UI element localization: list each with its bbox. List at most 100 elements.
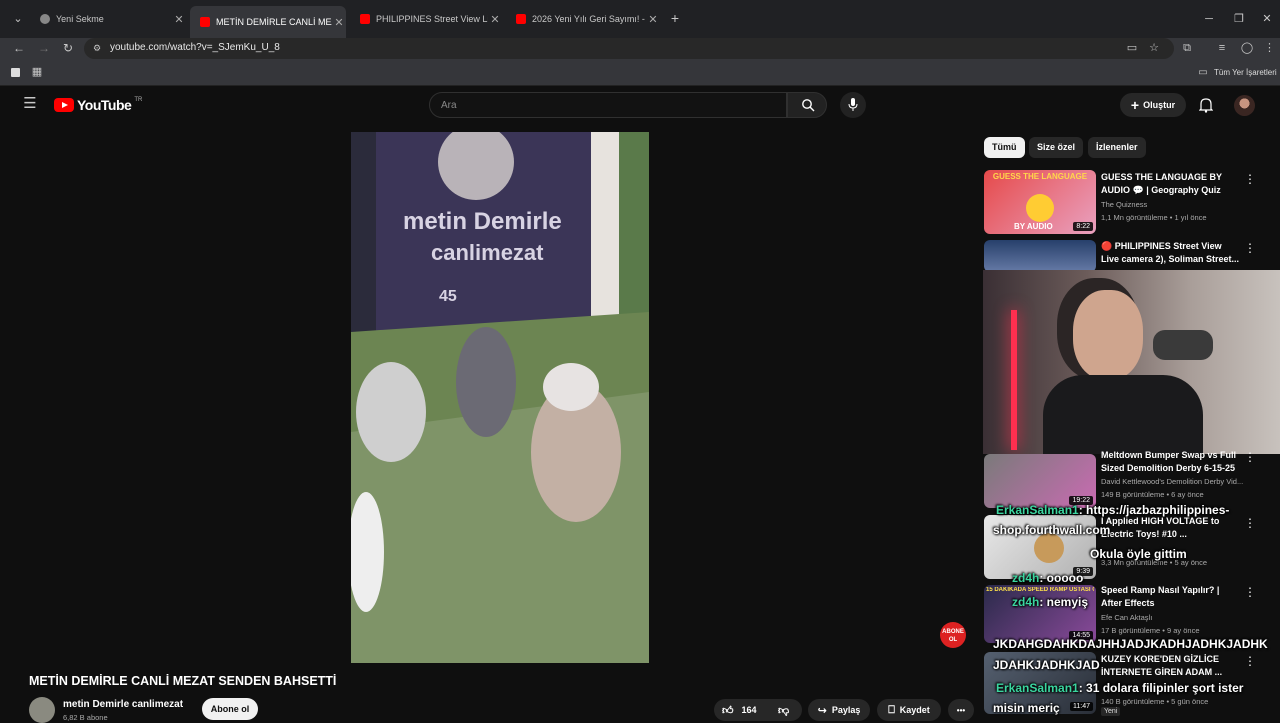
profile-icon[interactable]: ◯ xyxy=(1240,41,1254,55)
chat-line: ErkanSalman1: 31 dolara filipinler şort … xyxy=(996,681,1243,695)
rec-stats: 1,1 Mn görüntüleme • 1 yıl önce xyxy=(1101,213,1207,222)
tab-youtube-mezat[interactable]: METİN DEMİRLE CANLİ MEZAT ✕ xyxy=(190,6,346,38)
cast-icon[interactable]: ▭ xyxy=(1125,41,1139,55)
url-text: youtube.com/watch?v=_SJemKu_U_8 xyxy=(110,42,280,53)
media-icon[interactable]: ≡ xyxy=(1215,41,1229,55)
rec-menu-icon[interactable]: ⋮ xyxy=(1244,516,1256,530)
rec-menu-icon[interactable]: ⋮ xyxy=(1244,585,1256,599)
rec-thumbnail[interactable] xyxy=(984,240,1096,272)
chat-username: zd4h xyxy=(1012,571,1040,585)
url-field[interactable]: ⚙ youtube.com/watch?v=_SJemKu_U_8 xyxy=(84,38,1174,59)
notifications-bell-icon[interactable] xyxy=(1199,98,1213,113)
close-icon[interactable]: ✕ xyxy=(646,13,660,26)
rec-channel[interactable]: David Kettlewood's Demolition Derby Vid.… xyxy=(1101,477,1243,486)
toy-figure-icon xyxy=(1034,533,1064,563)
save-label: Kaydet xyxy=(899,705,930,715)
like-button[interactable]: 👍︎ 164 👎︎ xyxy=(714,699,802,721)
microphone-icon xyxy=(848,98,858,111)
thumbs-down-icon[interactable]: 👎︎ xyxy=(778,704,789,717)
rec-thumbnail[interactable]: 19:22 xyxy=(984,454,1096,508)
save-button[interactable]: ⎕ Kaydet xyxy=(877,699,941,721)
banner-text-line-3: 45 xyxy=(439,288,457,305)
chat-message: : ooooo xyxy=(1039,571,1084,585)
rec-channel[interactable]: The Quizness xyxy=(1101,200,1147,209)
apps-grid-icon[interactable]: ▦ xyxy=(31,65,43,79)
search-input[interactable]: Ara xyxy=(429,92,787,118)
minimize-icon[interactable]: ─ xyxy=(1202,12,1216,26)
banner-text-line-1: metin Demirle xyxy=(403,208,562,235)
close-icon[interactable]: ✕ xyxy=(172,13,186,26)
extensions-icon[interactable]: ⧉ xyxy=(1180,41,1194,55)
create-button[interactable]: + Oluştur xyxy=(1120,93,1186,117)
tab-countdown[interactable]: 2026 Yeni Yılı Geri Sayımı! - 202 ✕ xyxy=(506,8,660,30)
tab-title: METİN DEMİRLE CANLİ MEZAT xyxy=(216,17,332,27)
all-bookmarks-link[interactable]: Tüm Yer İşaretleri xyxy=(1214,68,1277,77)
new-tab-button[interactable]: + xyxy=(668,11,682,25)
voice-search-button[interactable] xyxy=(840,92,866,118)
forward-icon[interactable]: → xyxy=(37,41,51,55)
neon-light xyxy=(1011,310,1017,450)
video-player[interactable]: metin Demirle canlimezat 45 xyxy=(351,132,649,663)
chip-watched[interactable]: İzlenenler xyxy=(1088,137,1146,158)
share-button[interactable]: ↪ Paylaş xyxy=(808,699,870,721)
star-icon[interactable]: ☆ xyxy=(1147,41,1161,55)
close-icon[interactable]: ✕ xyxy=(332,16,346,29)
channel-avatar[interactable] xyxy=(29,697,55,723)
search-icon xyxy=(802,99,815,112)
rec-title[interactable]: 🔴 PHILIPPINES Street View Live camera 2)… xyxy=(1101,240,1241,266)
youtube-logo[interactable]: YouTube TR xyxy=(54,97,142,113)
chat-line: JKDAHGDAHKDAJHHJADJKADHJADHKJADHK xyxy=(993,637,1268,651)
rec-thumbnail[interactable]: GUESS THE LANGUAGE BY AUDIO 8:22 xyxy=(984,170,1096,234)
hamburger-menu-icon[interactable]: ☰ xyxy=(22,96,38,111)
chat-line: ErkanSalman1: https://jazbazphilippines- xyxy=(996,503,1229,517)
chat-line: JDAHKJADHKJAD xyxy=(993,658,1100,672)
chip-for-you[interactable]: Size özel xyxy=(1029,137,1084,158)
youtube-logo-text: YouTube xyxy=(77,97,132,113)
reload-icon[interactable]: ↻ xyxy=(61,41,75,55)
face-emoji-icon xyxy=(1026,194,1054,222)
chat-line: zd4h: ooooo xyxy=(1012,571,1083,585)
rec-title[interactable]: Meltdown Bumper Swap vs Full Sized Demol… xyxy=(1101,449,1241,475)
region-code: TR xyxy=(134,97,143,103)
chat-username: zd4h xyxy=(1012,595,1040,609)
rec-thumb-caption: GUESS THE LANGUAGE xyxy=(992,172,1088,181)
site-info-icon[interactable]: ⚙ xyxy=(90,41,104,55)
channel-name[interactable]: metin Demirle canlimezat xyxy=(63,699,183,710)
tab-new-tab[interactable]: Yeni Sekme ✕ xyxy=(30,8,186,30)
restore-icon[interactable]: ❐ xyxy=(1232,12,1246,26)
address-bar-row: ← → ↻ ⚙ youtube.com/watch?v=_SJemKu_U_8 … xyxy=(0,38,1280,60)
rec-title[interactable]: Speed Ramp Nasıl Yapılır? | After Effect… xyxy=(1101,584,1241,610)
search-button[interactable] xyxy=(787,92,827,118)
rec-menu-icon[interactable]: ⋮ xyxy=(1244,241,1256,255)
youtube-favicon-icon xyxy=(516,14,526,24)
tab-list-chevron-icon[interactable]: ⌄ xyxy=(12,12,24,26)
rec-thumbnail[interactable]: 15 DAKİKADA SPEED RAMP USTASI OL! 14:55 xyxy=(984,585,1096,643)
youtube-favicon-icon xyxy=(360,14,370,24)
subscribe-button[interactable]: Abone ol xyxy=(202,698,258,720)
bookmark-icon: ⎕ xyxy=(888,703,895,716)
youtube-favicon-icon xyxy=(200,17,210,27)
duration-badge: 8:22 xyxy=(1073,222,1093,231)
chat-line: misin meriç xyxy=(993,701,1060,715)
back-icon[interactable]: ← xyxy=(12,41,26,55)
share-icon: ↪ xyxy=(817,704,827,717)
close-icon[interactable]: ✕ xyxy=(488,13,502,26)
rec-channel[interactable]: Efe Can Aktaşlı xyxy=(1101,613,1152,622)
rec-menu-icon[interactable]: ⋮ xyxy=(1244,172,1256,186)
menu-dots-icon[interactable]: ⋮ xyxy=(1264,41,1275,55)
close-window-icon[interactable]: ✕ xyxy=(1260,12,1274,26)
folder-icon: ▭ xyxy=(1198,67,1208,78)
rec-menu-icon[interactable]: ⋮ xyxy=(1244,654,1256,668)
rec-title[interactable]: I Applied HIGH VOLTAGE to Electric Toys!… xyxy=(1101,515,1241,541)
browser-tab-bar: ⌄ Yeni Sekme ✕ METİN DEMİRLE CANLİ MEZAT… xyxy=(0,0,1280,38)
more-actions-button[interactable]: ••• xyxy=(948,699,974,721)
avatar[interactable] xyxy=(1234,95,1255,116)
tab-philippines[interactable]: PHILIPPINES Street View Live ✕ xyxy=(350,8,502,30)
rec-title[interactable]: KUZEY KORE'DEN GİZLİCE İNTERNETE GİREN A… xyxy=(1101,653,1241,679)
chip-all[interactable]: Tümü xyxy=(984,137,1025,158)
bookmark-square-icon[interactable] xyxy=(11,68,20,77)
rec-title[interactable]: GUESS THE LANGUAGE BY AUDIO 💬 | Geograph… xyxy=(1101,171,1241,197)
rec-menu-icon[interactable]: ⋮ xyxy=(1244,450,1256,464)
rec-stats: 17 B görüntüleme • 9 ay önce xyxy=(1101,626,1200,635)
abone-ol-badge: ABONE OL xyxy=(940,622,966,648)
